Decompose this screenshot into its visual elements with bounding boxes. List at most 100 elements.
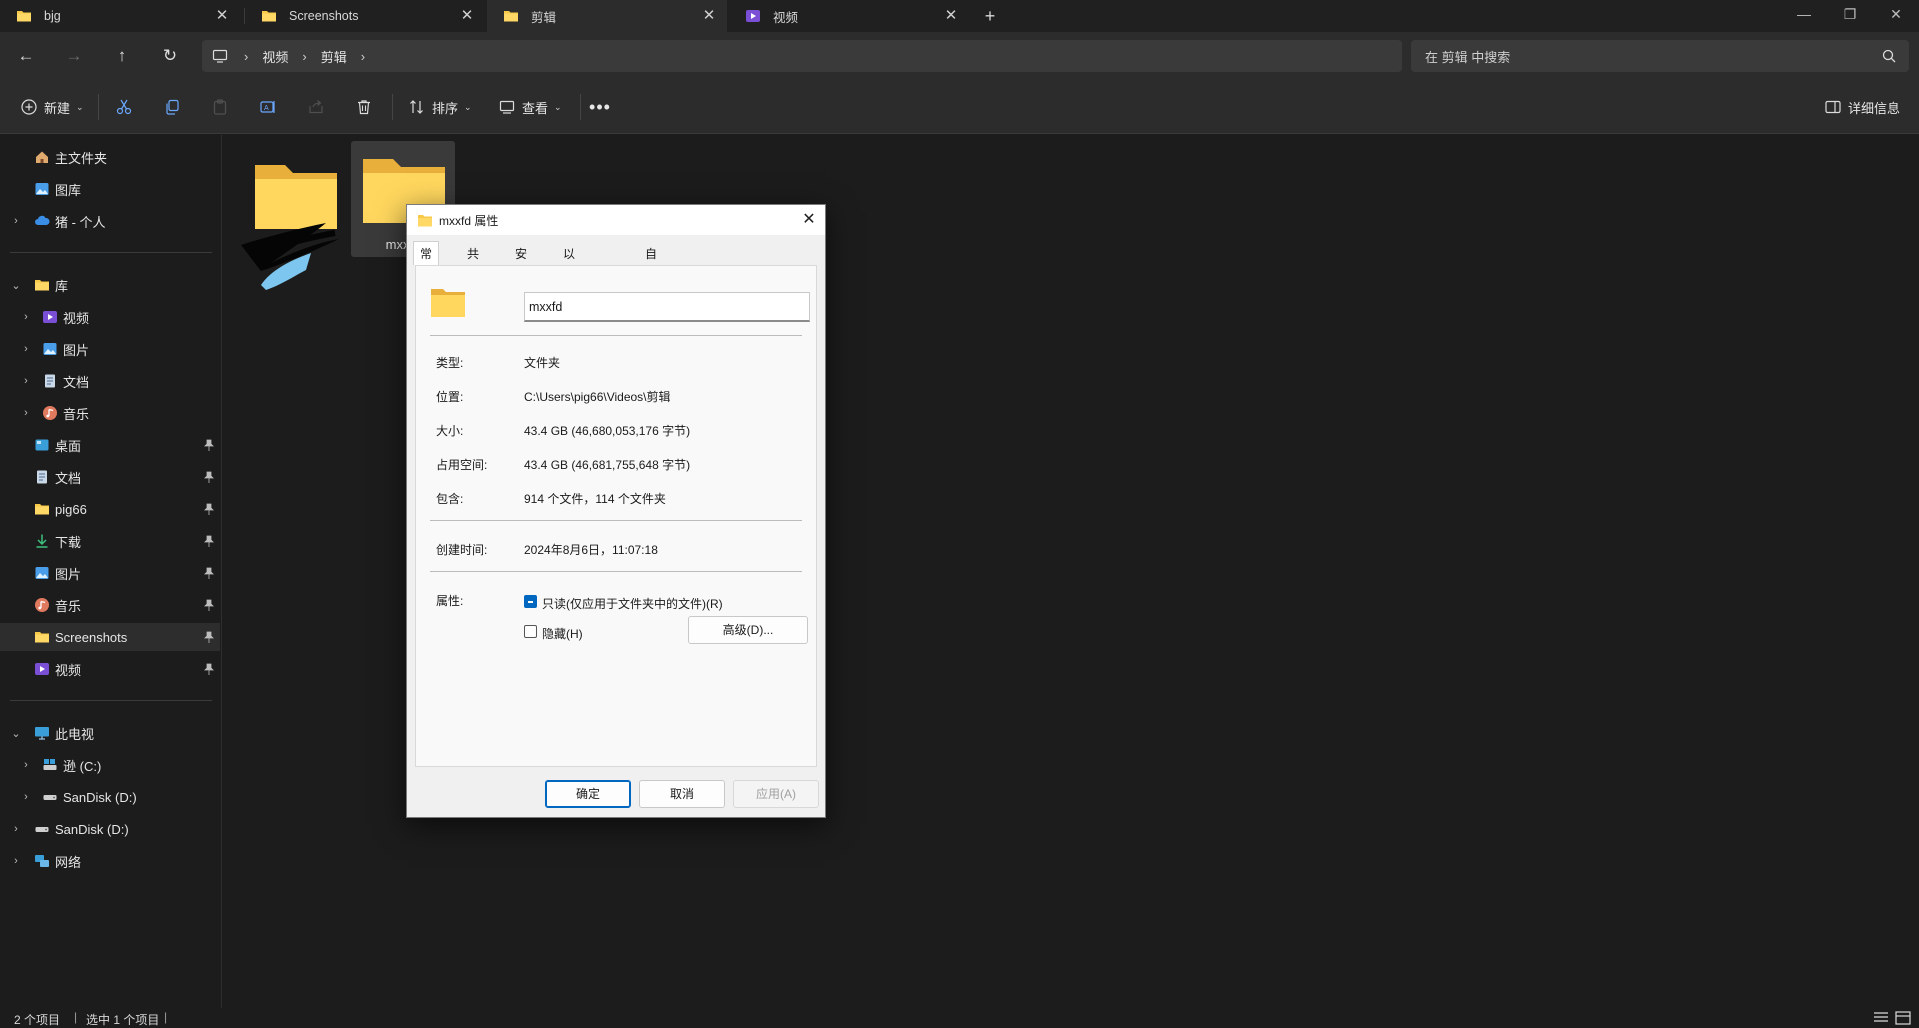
chevron-down-icon[interactable]: ⌄ xyxy=(10,279,22,292)
sidebar-item-screenshots[interactable]: Screenshots xyxy=(0,623,220,651)
navigation-bar: ← → ↑ ↻ › 视频 › 剪辑 › 在 剪辑 中搜索 xyxy=(0,32,1919,80)
chevron-down-icon[interactable]: ⌄ xyxy=(10,727,22,740)
address-bar[interactable]: › 视频 › 剪辑 › xyxy=(202,40,1402,72)
readonly-label[interactable]: 只读(仅应用于文件夹中的文件)(R) xyxy=(542,595,723,612)
hidden-checkbox[interactable] xyxy=(524,625,537,638)
close-tab-icon[interactable]: ✕ xyxy=(214,8,230,24)
sidebar-item-gallery[interactable]: 图库 xyxy=(0,175,220,203)
tab-previous-versions[interactable]: 以前的版本 xyxy=(557,243,581,349)
redaction-scribble xyxy=(241,223,339,290)
pin-icon[interactable] xyxy=(204,599,214,611)
folder-item[interactable] xyxy=(241,153,347,290)
pin-icon[interactable] xyxy=(204,503,214,515)
chevron-right-icon[interactable]: › xyxy=(244,49,248,64)
copy-icon[interactable] xyxy=(160,95,184,119)
sidebar-item-pig66[interactable]: pig66 xyxy=(0,495,220,523)
delete-icon[interactable] xyxy=(352,95,376,119)
sidebar-item-lib-documents[interactable]: › 文档 xyxy=(0,367,220,395)
close-window-icon[interactable]: ✕ xyxy=(1873,0,1919,30)
sort-button[interactable]: 排序 ⌄ xyxy=(408,95,472,119)
readonly-checkbox[interactable] xyxy=(524,595,537,608)
breadcrumb-jianji[interactable]: 剪辑 xyxy=(321,47,347,66)
sidebar-item-sandisk[interactable]: › SanDisk (D:) xyxy=(0,815,220,843)
sidebar-item-lib-pictures[interactable]: › 图片 xyxy=(0,335,220,363)
sidebar-item-documents[interactable]: 文档 xyxy=(0,463,220,491)
monitor-icon xyxy=(212,49,228,63)
minimize-icon[interactable]: — xyxy=(1781,0,1827,30)
chevron-right-icon[interactable]: › xyxy=(20,375,32,387)
tab-customize[interactable]: 自定义 xyxy=(639,243,663,305)
tab-videos[interactable]: 视频 ✕ xyxy=(729,0,969,32)
chevron-right-icon[interactable]: › xyxy=(20,759,32,771)
pin-icon[interactable] xyxy=(204,535,214,547)
new-tab-button[interactable]: + xyxy=(976,0,1004,32)
ok-button[interactable]: 确定 xyxy=(545,780,631,808)
pin-icon[interactable] xyxy=(204,663,214,675)
chevron-right-icon[interactable]: › xyxy=(10,855,22,867)
pin-icon[interactable] xyxy=(204,567,214,579)
sidebar-item-downloads[interactable]: 下载 xyxy=(0,527,220,555)
chevron-right-icon[interactable]: › xyxy=(10,823,22,835)
folder-name-field[interactable] xyxy=(524,292,810,322)
sidebar-item-home[interactable]: 主文件夹 xyxy=(0,143,220,171)
paste-icon[interactable] xyxy=(208,95,232,119)
sidebar-item-lib-videos[interactable]: › 视频 xyxy=(0,303,220,331)
forward-icon[interactable]: → xyxy=(62,44,86,68)
sidebar-item-onedrive[interactable]: › 猪 - 个人 xyxy=(0,207,220,235)
system-drive-icon xyxy=(43,759,57,770)
chevron-right-icon[interactable]: › xyxy=(20,343,32,355)
search-input[interactable]: 在 剪辑 中搜索 xyxy=(1411,40,1909,72)
close-tab-icon[interactable]: ✕ xyxy=(701,8,717,24)
cut-icon[interactable] xyxy=(112,95,136,119)
chevron-right-icon[interactable]: › xyxy=(20,407,32,419)
view-button[interactable]: 查看 ⌄ xyxy=(498,95,562,119)
chevron-right-icon[interactable]: › xyxy=(302,49,306,64)
close-icon[interactable]: ✕ xyxy=(799,210,819,230)
sidebar-item-libraries[interactable]: ⌄ 库 xyxy=(0,271,220,299)
sidebar-item-label: SanDisk (D:) xyxy=(63,789,137,805)
sidebar-item-videos[interactable]: 视频 xyxy=(0,655,220,683)
chevron-right-icon[interactable]: › xyxy=(20,791,32,803)
sidebar-item-drive-c[interactable]: › 逊 (C:) xyxy=(0,751,220,779)
more-options-icon[interactable]: ••• xyxy=(588,95,612,119)
advanced-button[interactable]: 高级(D)... xyxy=(688,616,808,644)
folder-icon xyxy=(431,289,465,317)
chevron-right-icon[interactable]: › xyxy=(10,215,22,227)
sidebar-item-desktop[interactable]: 桌面 xyxy=(0,431,220,459)
details-view-icon[interactable] xyxy=(1873,1011,1889,1025)
cancel-button[interactable]: 取消 xyxy=(639,780,725,808)
rename-icon[interactable]: A xyxy=(256,95,280,119)
created-label: 创建时间: xyxy=(436,543,488,557)
pin-icon[interactable] xyxy=(204,439,214,451)
tiles-view-icon[interactable] xyxy=(1895,1011,1911,1025)
up-icon[interactable]: ↑ xyxy=(110,44,134,68)
close-tab-icon[interactable]: ✕ xyxy=(943,8,959,24)
sidebar-item-network[interactable]: › 网络 xyxy=(0,847,220,875)
sidebar-item-sandisk-pc[interactable]: › SanDisk (D:) xyxy=(0,783,220,811)
chevron-right-icon[interactable]: › xyxy=(20,311,32,323)
sidebar-item-this-pc[interactable]: ⌄ 此电视 xyxy=(0,719,220,747)
tab-screenshots[interactable]: Screenshots ✕ xyxy=(245,0,485,32)
pin-icon[interactable] xyxy=(204,471,214,483)
details-button[interactable]: 详细信息 xyxy=(1824,95,1900,119)
hidden-label[interactable]: 隐藏(H) xyxy=(542,625,583,642)
sidebar-item-lib-music[interactable]: › 音乐 xyxy=(0,399,220,427)
tab-security[interactable]: 安全 xyxy=(509,243,533,283)
restore-icon[interactable]: ❐ xyxy=(1827,0,1873,30)
tab-bjg[interactable]: bjg ✕ xyxy=(0,0,240,32)
tab-jianji[interactable]: 剪辑 ✕ xyxy=(487,0,727,32)
new-button[interactable]: 新建 ⌄ xyxy=(20,95,84,119)
refresh-icon[interactable]: ↻ xyxy=(158,44,182,68)
sidebar-item-music[interactable]: 音乐 xyxy=(0,591,220,619)
sidebar-item-label: 图库 xyxy=(55,182,82,198)
breadcrumb-videos[interactable]: 视频 xyxy=(262,47,288,66)
pin-icon[interactable] xyxy=(204,631,214,643)
sidebar-item-pictures[interactable]: 图片 xyxy=(0,559,220,587)
back-icon[interactable]: ← xyxy=(14,44,38,68)
tab-general[interactable]: 常规 xyxy=(413,241,440,285)
close-tab-icon[interactable]: ✕ xyxy=(459,8,475,24)
apply-button[interactable]: 应用(A) xyxy=(733,780,819,808)
chevron-right-icon[interactable]: › xyxy=(361,49,365,64)
share-icon[interactable] xyxy=(304,95,328,119)
tab-sharing[interactable]: 共享 xyxy=(461,243,485,283)
